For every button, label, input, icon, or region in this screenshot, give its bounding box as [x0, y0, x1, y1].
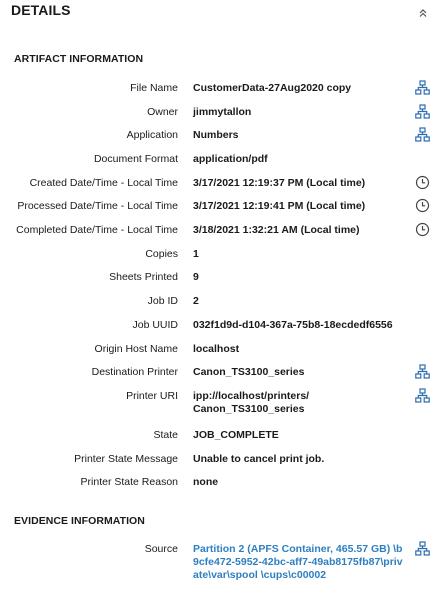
source-label: Source — [144, 543, 178, 555]
field-label: Sheets Printed — [109, 271, 178, 283]
details-header: DETAILS — [0, 0, 440, 28]
field-label: Job ID — [147, 295, 178, 307]
field-value: localhost — [193, 343, 240, 355]
field-label: State — [153, 429, 178, 441]
collapse-chevron-icon[interactable] — [416, 6, 430, 20]
field-label: Destination Printer — [91, 366, 178, 378]
field-label: Printer State Reason — [80, 476, 178, 488]
field-value: application/pdf — [193, 153, 268, 165]
field-value: 3/18/2021 1:32:21 AM (Local time) — [193, 224, 360, 236]
field-label: Completed Date/Time - Local Time — [16, 224, 178, 236]
field-value: Unable to cancel print job. — [193, 453, 325, 465]
field-value: 2 — [193, 295, 199, 307]
field-value: jimmytallon — [193, 106, 252, 118]
hierarchy-icon[interactable] — [415, 364, 430, 379]
hierarchy-icon[interactable] — [415, 388, 430, 403]
field-label: Owner — [147, 106, 178, 118]
field-value: Canon_TS3100_series — [193, 366, 305, 378]
field-label: Document Format — [93, 153, 178, 165]
field-label: Copies — [145, 248, 178, 260]
field-label: Job UUID — [132, 319, 178, 331]
clock-icon[interactable] — [415, 198, 430, 213]
field-value: Numbers — [193, 129, 239, 141]
artifact-information-title: ARTIFACT INFORMATION — [14, 53, 144, 65]
hierarchy-icon[interactable] — [415, 541, 430, 556]
field-label: Printer State Message — [74, 453, 178, 465]
field-label: File Name — [130, 82, 178, 94]
field-value: ipp://localhost/printers/ Canon_TS3100_s… — [193, 390, 310, 415]
field-value: 3/17/2021 12:19:41 PM (Local time) — [193, 200, 366, 212]
clock-icon[interactable] — [415, 222, 430, 237]
hierarchy-icon[interactable] — [415, 80, 430, 95]
field-value: 9 — [193, 271, 199, 283]
field-value: CustomerData-27Aug2020 copy — [193, 82, 352, 94]
field-label: Application — [126, 129, 178, 141]
field-label: Processed Date/Time - Local Time — [17, 200, 178, 212]
field-label: Printer URI — [126, 390, 178, 402]
hierarchy-icon[interactable] — [415, 104, 430, 119]
field-value: none — [193, 476, 219, 488]
details-title: DETAILS — [11, 2, 71, 18]
field-value: JOB_COMPLETE — [193, 429, 279, 441]
field-label: Created Date/Time - Local Time — [29, 177, 178, 189]
hierarchy-icon[interactable] — [415, 127, 430, 142]
evidence-information-title: EVIDENCE INFORMATION — [14, 515, 145, 527]
field-label: Origin Host Name — [94, 343, 178, 355]
clock-icon[interactable] — [415, 175, 430, 190]
source-link[interactable]: Partition 2 (APFS Container, 465.57 GB) … — [193, 543, 405, 582]
field-value: 032f1d9d-d104-367a-75b8-18ecdedf6556 — [193, 319, 393, 331]
field-value: 1 — [193, 248, 199, 260]
field-value: 3/17/2021 12:19:37 PM (Local time) — [193, 177, 366, 189]
